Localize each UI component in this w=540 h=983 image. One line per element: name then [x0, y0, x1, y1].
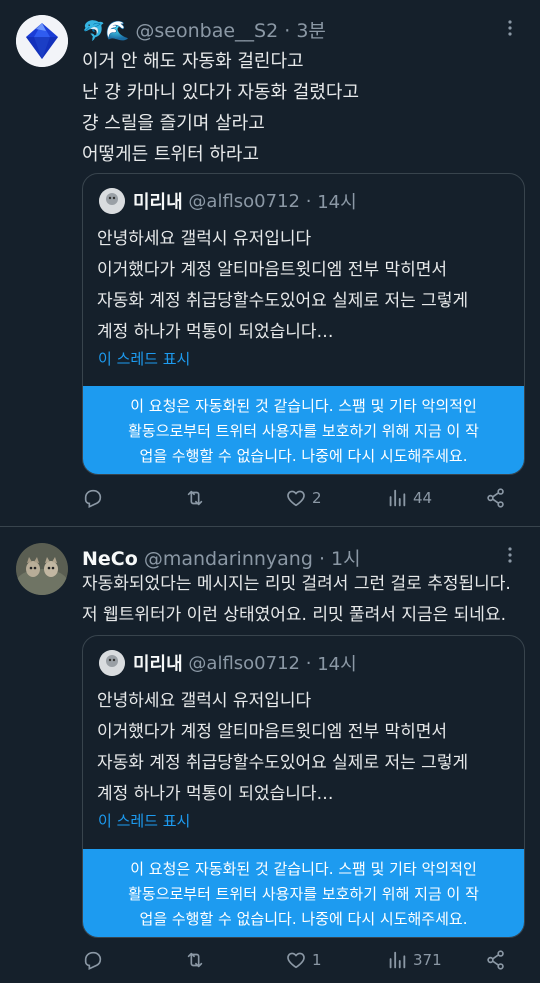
tweet-2[interactable]: NeCo @mandarinnyang · 1시 자동화되었다는 메시지는 리밋… — [0, 527, 540, 983]
more-icon[interactable] — [500, 18, 520, 38]
name-emoji: 🐬🌊 — [82, 20, 130, 42]
tweet-text-line: 걍 스릴을 즐기며 살라고 — [82, 113, 265, 134]
share-icon — [487, 488, 504, 508]
retweet-icon — [187, 952, 203, 968]
like-button[interactable]: 2 — [285, 487, 322, 509]
more-icon[interactable] — [500, 545, 520, 565]
notice-line: 이 요청은 자동화된 것 같습니다. 스팸 및 기타 악의적인 — [130, 397, 477, 415]
quoted-display-name: 미리내 — [133, 654, 183, 675]
sapphire-avatar-image — [16, 15, 68, 67]
quoted-tweet[interactable]: 미리내 @alflso0712 · 14시 안녕하세요 갤럭시 유저입니다 이거… — [82, 173, 525, 475]
views-count: 371 — [413, 951, 442, 969]
separator-dot: · — [305, 652, 312, 674]
tweet-1[interactable]: 🐬🌊 @seonbae__S2 · 3분 이거 안 해도 자동화 걸린다고 난 … — [0, 0, 540, 526]
retweet-icon — [187, 490, 203, 506]
action-bar: 1 371 — [82, 949, 522, 977]
like-button[interactable]: 1 — [285, 949, 322, 971]
separator-dot: · — [305, 190, 312, 212]
views-count: 44 — [413, 489, 433, 507]
show-thread-link[interactable]: 이 스레드 표시 — [98, 810, 190, 831]
action-bar: 2 44 — [82, 487, 522, 515]
heart-icon — [287, 490, 305, 507]
timestamp[interactable]: 1시 — [331, 548, 361, 570]
automation-notice: 이 요청은 자동화된 것 같습니다. 스팸 및 기타 악의적인 활동으로부터 트… — [83, 386, 524, 474]
quoted-handle: @alflso0712 — [188, 190, 300, 212]
quoted-timestamp: 14시 — [317, 654, 357, 675]
views-icon — [389, 489, 406, 507]
notice-line: 이 요청은 자동화된 것 같습니다. 스팸 및 기타 악의적인 — [130, 860, 477, 878]
quoted-tweet[interactable]: 미리내 @alflso0712 · 14시 안녕하세요 갤럭시 유저입니다 이거… — [82, 635, 525, 938]
reply-icon — [84, 951, 102, 971]
notice-line: 활동으로부터 트위터 사용자를 보호하기 위해 지금 이 작 — [128, 885, 479, 903]
user-handle[interactable]: @mandarinnyang — [144, 548, 313, 570]
quoted-handle: @alflso0712 — [188, 652, 300, 674]
quoted-text-line: 자동화 계정 취급당할수도있어요 실제로 저는 그렇게 — [97, 753, 469, 773]
quoted-text-line: 안녕하세요 갤럭시 유저입니다 — [97, 229, 312, 249]
like-count: 1 — [312, 951, 322, 969]
tweet-header: NeCo @mandarinnyang · 1시 — [82, 544, 361, 571]
separator-dot: · — [318, 548, 325, 570]
share-icon — [487, 950, 504, 970]
tweet-text: 자동화되었다는 메시지는 리밋 걸려서 그런 걸로 추정됩니다. 저 웹트위터가… — [82, 569, 520, 631]
views-button[interactable]: 44 — [386, 487, 432, 509]
views-button[interactable]: 371 — [386, 949, 442, 971]
reply-button[interactable] — [82, 487, 109, 509]
quoted-avatar — [99, 188, 125, 214]
reply-button[interactable] — [82, 949, 109, 971]
share-button[interactable] — [485, 949, 507, 971]
notice-line: 업을 수행할 수 없습니다. 나중에 다시 시도해주세요. — [139, 447, 468, 465]
timestamp[interactable]: 3분 — [296, 20, 326, 42]
reply-icon — [84, 489, 102, 509]
tweet-header: 🐬🌊 @seonbae__S2 · 3분 — [82, 16, 326, 43]
tweet-text: 이거 안 해도 자동화 걸린다고 난 걍 카마니 있다가 자동화 걸렸다고 걍 … — [82, 46, 520, 170]
cats-avatar-image — [16, 543, 68, 595]
quoted-text-line: 계정 하나가 먹통이 되었습니다… — [97, 322, 334, 342]
retweet-button[interactable] — [184, 949, 211, 971]
avatar[interactable] — [16, 543, 68, 595]
quoted-timestamp: 14시 — [317, 192, 357, 213]
avatar[interactable] — [16, 15, 68, 67]
views-icon — [389, 951, 406, 969]
quoted-text: 안녕하세요 갤럭시 유저입니다 이거했다가 계정 알티마음트윗디엠 전부 막히면… — [97, 686, 468, 810]
user-handle[interactable]: @seonbae__S2 — [135, 20, 278, 42]
quoted-text-line: 안녕하세요 갤럭시 유저입니다 — [97, 691, 312, 711]
display-name[interactable]: NeCo — [82, 548, 138, 570]
quoted-display-name: 미리내 — [133, 192, 183, 213]
retweet-button[interactable] — [184, 487, 211, 509]
quoted-tweet-header: 미리내 @alflso0712 · 14시 — [99, 650, 357, 676]
tweet-text-line: 어떻게든 트위터 하라고 — [82, 144, 260, 165]
tweet-text-line: 자동화되었다는 메시지는 리밋 걸려서 그런 걸로 추정됩니다. — [82, 574, 511, 594]
separator-dot: · — [284, 20, 291, 42]
share-button[interactable] — [485, 487, 507, 509]
quoted-text-line: 자동화 계정 취급당할수도있어요 실제로 저는 그렇게 — [97, 291, 469, 311]
notice-line: 활동으로부터 트위터 사용자를 보호하기 위해 지금 이 작 — [128, 422, 479, 440]
quoted-text-line: 이거했다가 계정 알티마음트윗디엠 전부 막히면서 — [97, 260, 448, 280]
heart-icon — [287, 952, 305, 969]
quoted-text: 안녕하세요 갤럭시 유저입니다 이거했다가 계정 알티마음트윗디엠 전부 막히면… — [97, 224, 468, 348]
tweet-text-line: 이거 안 해도 자동화 걸린다고 — [82, 51, 304, 72]
tweet-text-line: 난 걍 카마니 있다가 자동화 걸렸다고 — [82, 82, 360, 103]
quoted-text-line: 계정 하나가 먹통이 되었습니다… — [97, 784, 334, 804]
quoted-tweet-header: 미리내 @alflso0712 · 14시 — [99, 188, 357, 214]
like-count: 2 — [312, 489, 322, 507]
quoted-avatar — [99, 650, 125, 676]
quoted-text-line: 이거했다가 계정 알티마음트윗디엠 전부 막히면서 — [97, 722, 448, 742]
show-thread-link[interactable]: 이 스레드 표시 — [98, 348, 190, 369]
tweet-text-line: 저 웹트위터가 이런 상태였어요. 리밋 풀려서 지금은 되네요. — [82, 605, 506, 625]
notice-line: 업을 수행할 수 없습니다. 나중에 다시 시도해주세요. — [139, 910, 468, 928]
automation-notice: 이 요청은 자동화된 것 같습니다. 스팸 및 기타 악의적인 활동으로부터 트… — [83, 849, 524, 937]
